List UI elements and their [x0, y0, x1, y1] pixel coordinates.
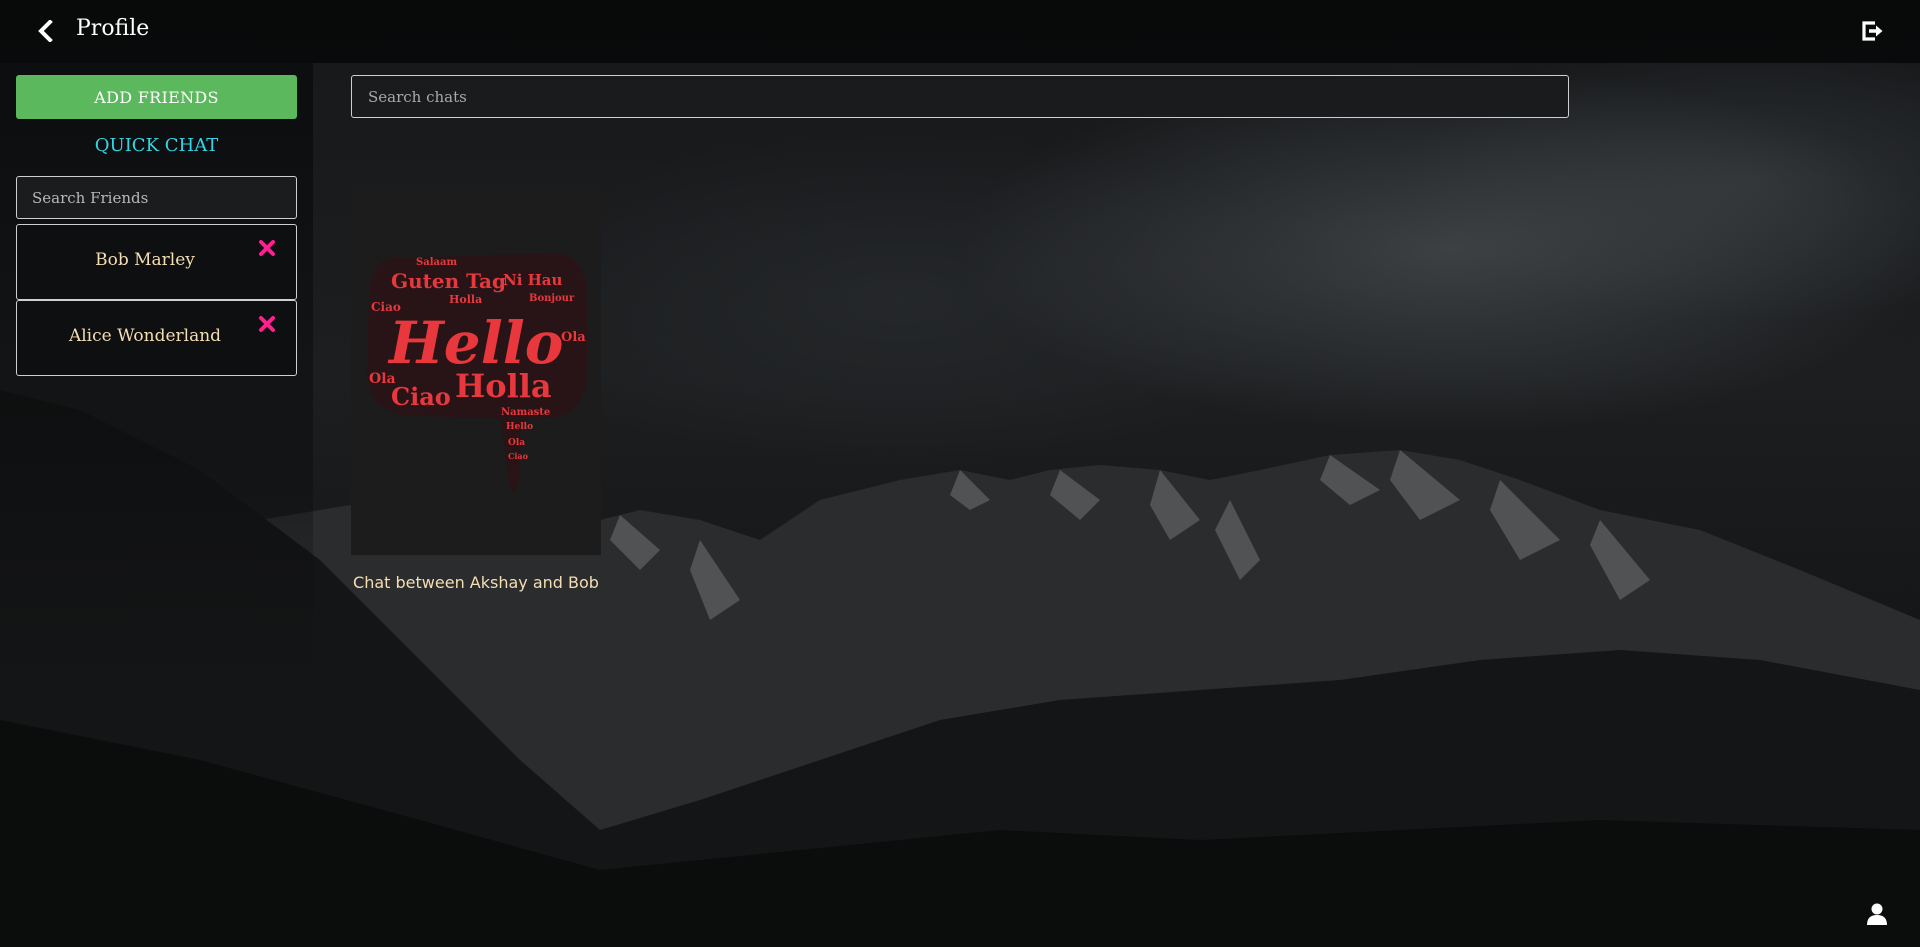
remove-friend-button[interactable]	[258, 239, 276, 257]
profile-button[interactable]	[1866, 902, 1888, 926]
friend-name: Alice Wonderland	[68, 326, 222, 346]
word-ciao-tail: Ciao	[508, 451, 529, 461]
close-x-icon	[259, 240, 275, 256]
word-salaam: Salaam	[416, 257, 457, 268]
search-friends-input[interactable]	[16, 176, 297, 219]
close-x-icon	[259, 316, 275, 332]
word-ola-tail: Ola	[508, 438, 525, 448]
word-hello-small: Hello	[506, 422, 533, 432]
user-icon	[1867, 903, 1887, 925]
word-bonjour: Bonjour	[529, 293, 575, 304]
quick-chat-link[interactable]: QUICK CHAT	[16, 135, 297, 156]
page-title: Profile	[76, 16, 150, 41]
friend-item-bob-marley[interactable]: Bob Marley	[16, 224, 297, 300]
chevron-left-icon	[38, 19, 53, 43]
chat-thumbnail: Salaam Guten Tag Ni Hau Bonjour Holla Ci…	[351, 183, 601, 555]
word-guten-tag: Guten Tag	[391, 269, 506, 293]
back-button[interactable]	[36, 19, 56, 43]
word-holla-small: Holla	[449, 293, 482, 306]
word-ola-right: Ola	[561, 330, 586, 345]
add-friends-button[interactable]: ADD FRIENDS	[16, 75, 297, 119]
friend-list: Bob Marley Alice Wonderland	[16, 224, 297, 376]
chat-card[interactable]: Salaam Guten Tag Ni Hau Bonjour Holla Ci…	[351, 183, 601, 592]
word-holla: Holla	[455, 367, 552, 405]
word-ciao: Ciao	[391, 382, 451, 411]
remove-friend-button[interactable]	[258, 315, 276, 333]
word-namaste: Namaste	[501, 407, 550, 418]
top-bar: Profile	[0, 0, 1920, 63]
word-ni-hau: Ni Hau	[503, 271, 563, 289]
search-chats-input[interactable]	[351, 75, 1569, 118]
sign-out-icon	[1862, 21, 1883, 41]
hello-speech-bubble-word-cloud: Salaam Guten Tag Ni Hau Bonjour Holla Ci…	[367, 253, 587, 493]
friend-item-alice-wonderland[interactable]: Alice Wonderland	[16, 300, 297, 376]
logout-button[interactable]	[1860, 18, 1886, 44]
friends-sidebar: ADD FRIENDS QUICK CHAT Bob Marley Alice …	[0, 63, 313, 947]
chat-caption: Chat between Akshay and Bob	[353, 573, 599, 592]
friend-name: Bob Marley	[95, 250, 195, 270]
